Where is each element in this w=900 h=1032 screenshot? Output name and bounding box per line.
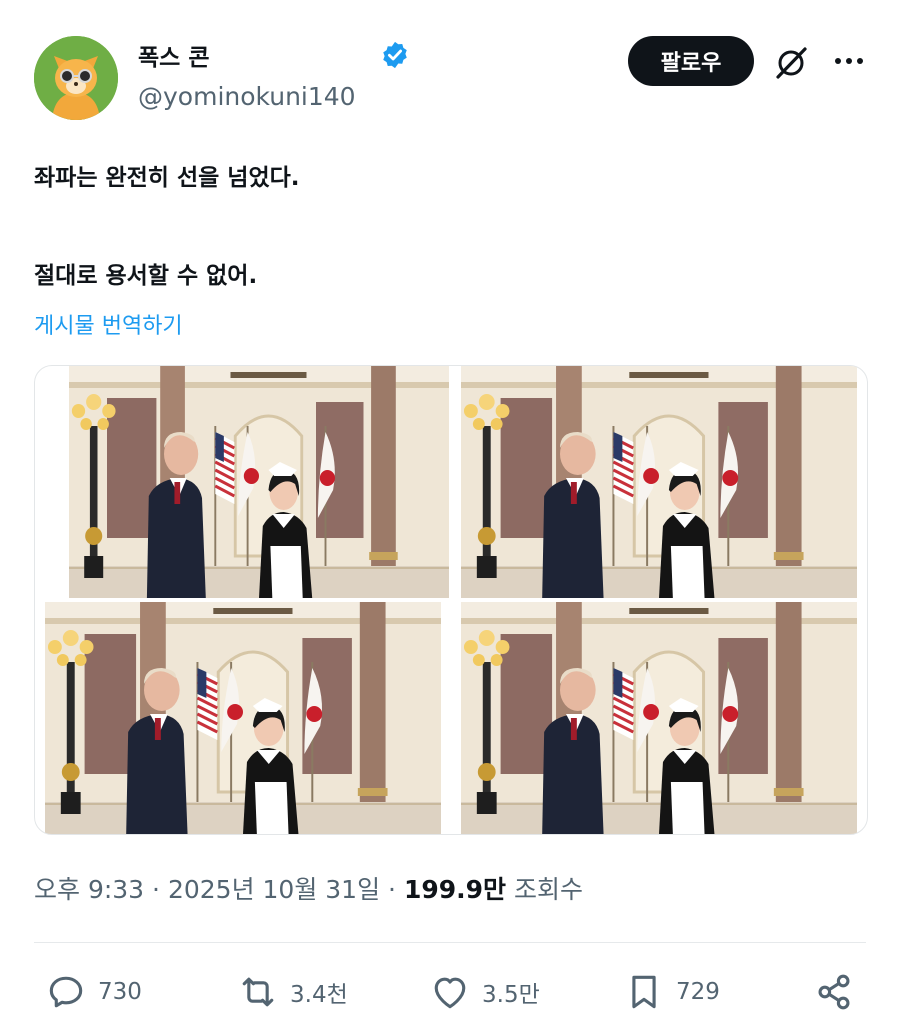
grok-icon[interactable] [772, 44, 810, 82]
share-button[interactable] [812, 970, 856, 1014]
bookmark-button[interactable]: 729 [622, 970, 720, 1014]
views-count: 199.9만 [403, 875, 507, 904]
follow-button[interactable]: 팔로우 [628, 36, 754, 86]
meta-separator: · [152, 875, 160, 904]
post-image-2[interactable] [461, 366, 857, 598]
more-icon[interactable] [832, 46, 866, 76]
post-text-line-2: 절대로 용서할 수 없어. [34, 263, 258, 289]
media-grid [34, 365, 868, 835]
post-date[interactable]: 2025년 10월 31일 [168, 875, 380, 904]
display-name[interactable]: 폭스 콘 [138, 38, 410, 72]
bookmark-count: 729 [676, 979, 720, 1005]
repost-button[interactable]: 3.4천 [236, 970, 348, 1014]
user-handle[interactable]: @yominokuni140 [138, 82, 356, 111]
reply-icon [49, 976, 83, 1008]
like-count: 3.5만 [482, 982, 540, 1008]
verified-badge-icon[interactable] [380, 40, 410, 70]
reply-button[interactable]: 730 [44, 970, 142, 1014]
post-image-1[interactable] [69, 366, 449, 598]
post-image-4[interactable] [461, 602, 857, 834]
repost-icon [242, 977, 274, 1007]
meta-separator-2: · [388, 875, 396, 904]
post-text-line-1: 좌파는 완전히 선을 넘었다. [34, 165, 300, 191]
divider [34, 942, 866, 943]
views-label: 조회수 [513, 875, 583, 904]
repost-count: 3.4천 [290, 982, 348, 1008]
like-button[interactable]: 3.5만 [428, 970, 540, 1014]
reply-count: 730 [98, 979, 142, 1005]
share-icon [818, 974, 850, 1010]
avatar[interactable] [34, 36, 118, 120]
post-image-3[interactable] [45, 602, 441, 834]
post-meta: 오후 9:33 · 2025년 10월 31일 · 199.9만 조회수 [34, 870, 583, 906]
fox-avatar-icon [34, 36, 118, 120]
heart-icon [434, 977, 466, 1009]
display-name-text[interactable]: 폭스 콘 [138, 38, 210, 72]
bookmark-icon [632, 975, 656, 1009]
translate-post-link[interactable]: 게시물 번역하기 [34, 308, 183, 340]
post-time[interactable]: 오후 9:33 [34, 875, 144, 904]
